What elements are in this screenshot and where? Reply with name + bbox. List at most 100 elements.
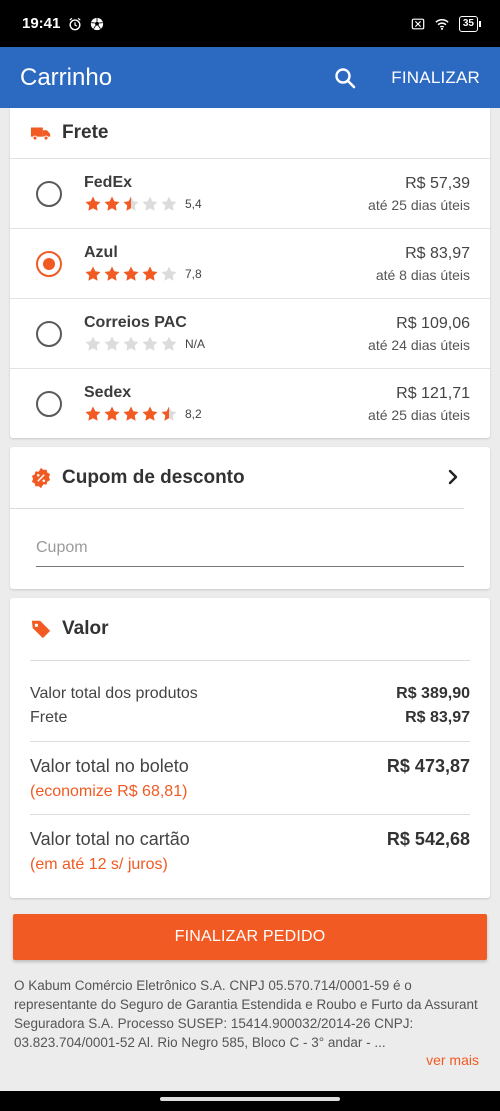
star-icon [141,265,159,283]
cupom-input[interactable] [36,531,464,565]
star-icon [122,195,140,213]
star-icon [103,265,121,283]
cupom-header[interactable]: Cupom de desconto [10,447,464,509]
cupom-field [36,531,464,567]
shipping-info: Azul 7,8 [84,244,376,283]
cupom-title: Cupom de desconto [62,466,245,488]
frete-card: Frete FedEx 5,4 R$ 57,39 até 25 dias úteis A… [10,108,490,438]
star-icon [103,405,121,423]
rating-stars: 7,8 [84,265,376,283]
sim-off-icon [411,18,425,29]
rating-value: 5,4 [185,197,202,211]
shipping-info: FedEx 5,4 [84,174,368,213]
alarm-icon [69,17,82,30]
status-time: 19:41 [22,15,61,32]
delivery-time: até 25 dias úteis [368,406,470,423]
boleto-row: Valor total no boleto (economize R$ 68,8… [30,756,470,801]
carrier-name: Correios PAC [84,314,187,331]
star-icon [103,335,121,353]
page-title: Carrinho [20,63,113,91]
carrier-name: Sedex [84,384,132,401]
soccer-ball-icon [91,17,104,30]
star-icon [103,195,121,213]
star-icon [160,265,178,283]
delivery-time: até 24 dias úteis [368,336,470,353]
cupom-card: Cupom de desconto [10,447,490,589]
valor-title: Valor [62,618,109,639]
shipping-price: R$ 83,97 [405,244,470,262]
finalizar-pedido-button[interactable]: FINALIZAR PEDIDO [13,914,487,960]
rating-value: N/A [185,337,206,351]
frete-title: Frete [62,122,109,143]
discount-badge-icon [31,467,51,488]
radio-button[interactable] [36,250,62,277]
star-icon [84,405,102,423]
shipping-price-block: R$ 83,97 até 8 dias úteis [376,245,470,283]
price-tag-icon [31,620,51,639]
app-bar: Carrinho FINALIZAR [0,47,500,108]
home-indicator[interactable] [160,1097,340,1101]
carrier-name: Azul [84,244,118,261]
star-icon [84,195,102,213]
boleto-value: R$ 473,87 [386,756,470,776]
chevron-right-icon[interactable] [444,468,462,486]
truck-icon [30,127,51,141]
star-icon [122,335,140,353]
ver-mais-link[interactable]: ver mais [426,1052,479,1068]
delivery-time: até 8 dias úteis [375,266,470,283]
shipping-price-block: R$ 57,39 até 25 dias úteis [368,175,470,213]
shipping-options: FedEx 5,4 R$ 57,39 até 25 dias úteis Azul 7,8… [10,158,490,438]
shipping-price: R$ 109,06 [396,314,470,332]
star-icon [84,335,102,353]
rating-value: 7,8 [185,267,202,281]
shipping-option[interactable]: Azul 7,8 R$ 83,97 até 8 dias úteis [10,228,490,298]
star-icon [141,335,159,353]
star-icon [84,265,102,283]
search-icon[interactable] [333,66,357,90]
shipping-info: Sedex 8,2 [84,384,368,423]
frete-value: R$ 83,97 [405,709,470,726]
carrier-name: FedEx [84,174,133,191]
rating-stars: N/A [84,335,368,353]
delivery-time: até 25 dias úteis [368,196,470,213]
rating-stars: 8,2 [84,405,368,423]
star-icon [122,405,140,423]
produtos-value: R$ 389,90 [396,685,470,702]
shipping-option[interactable]: Sedex 8,2 R$ 121,71 até 25 dias úteis [10,368,490,438]
cartao-installments: (em até 12 s/ juros) [30,856,168,873]
valor-card: Valor Valor total dos produtos R$ 389,90… [10,598,490,898]
boleto-savings: (economize R$ 68,81) [30,783,188,800]
rating-value: 8,2 [185,407,202,421]
cartao-value: R$ 542,68 [386,829,470,849]
radio-button[interactable] [36,390,62,417]
star-icon [141,195,159,213]
radio-button[interactable] [36,180,62,207]
cartao-row: Valor total no cartão (em até 12 s/ juro… [30,829,470,874]
star-icon [160,335,178,353]
star-icon [122,265,140,283]
legal-text: O Kabum Comércio Eletrônico S.A. CNPJ 05… [14,978,478,1050]
star-icon [160,405,178,423]
boleto-label: Valor total no boleto [30,756,189,776]
shipping-option[interactable]: FedEx 5,4 R$ 57,39 até 25 dias úteis [10,158,490,228]
system-nav-bar [0,1091,500,1111]
wifi-icon [435,18,449,30]
divider [30,814,470,815]
radio-button[interactable] [36,320,62,347]
shipping-price: R$ 57,39 [405,174,470,192]
shipping-info: Correios PAC N/A [84,314,368,353]
frete-header: Frete [10,108,490,158]
battery-indicator: 35 [458,15,482,32]
divider [30,741,470,742]
rating-stars: 5,4 [84,195,368,213]
star-icon [160,195,178,213]
status-bar: 19:41 35 [0,0,500,47]
shipping-price-block: R$ 109,06 até 24 dias úteis [368,315,470,353]
shipping-price: R$ 121,71 [396,384,470,402]
frete-row: Frete R$ 83,97 [30,709,470,727]
shipping-option[interactable]: Correios PAC N/A R$ 109,06 até 24 dias útei… [10,298,490,368]
valor-header: Valor [10,598,490,660]
cartao-label: Valor total no cartão [30,829,190,849]
divider [30,660,470,661]
finalizar-action[interactable]: FINALIZAR [391,68,480,88]
